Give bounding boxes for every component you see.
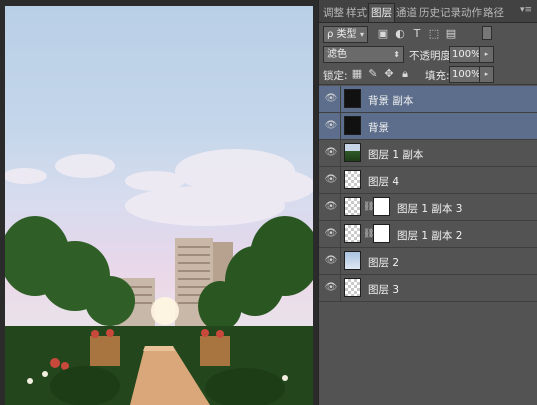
lock-position-icon[interactable]: ✥ — [382, 67, 396, 81]
fill-label: 填充: — [425, 70, 450, 82]
layer-row[interactable]: 👁︎ 图层 3 — [319, 275, 537, 302]
layer-name[interactable]: 背景 — [368, 120, 389, 135]
tab-styles[interactable]: 样式 — [346, 4, 367, 22]
layer-name[interactable]: 图层 1 副本 3 — [397, 201, 462, 216]
layer-thumbnail — [344, 89, 361, 108]
lock-image-pixels-icon[interactable]: ✎ — [366, 67, 380, 81]
document-image[interactable] — [5, 6, 313, 405]
layer-row[interactable]: 👁︎ 图层 4 — [319, 167, 537, 194]
tab-channels[interactable]: 通道 — [396, 4, 417, 22]
layer-mask-thumbnail[interactable] — [373, 224, 390, 243]
layers-panel: 调整 样式 图层 通道 历史记录 动作 路径 ▾≡ ρ 类型 ▾ ▣ ◐ T ⬚… — [318, 0, 537, 405]
chevron-down-icon: ⬍ — [393, 50, 400, 59]
layer-row[interactable]: 👁︎ 图层 2 — [319, 248, 537, 275]
eye-icon[interactable]: 👁︎ — [324, 254, 338, 268]
shape-filter-icon[interactable]: ⬚ — [427, 27, 441, 41]
lock-transparent-pixels-icon[interactable]: ▦ — [350, 67, 364, 81]
eye-icon[interactable]: 👁︎ — [324, 281, 338, 295]
panel-tab-bar: 调整 样式 图层 通道 历史记录 动作 路径 ▾≡ — [319, 0, 537, 23]
fill-value: 100% — [452, 69, 481, 80]
filter-toggle-switch[interactable] — [482, 26, 492, 40]
layer-thumbnail — [344, 224, 361, 243]
layer-row[interactable]: 👁︎ ⛓︎ 图层 1 副本 2 — [319, 221, 537, 248]
chain-link-icon[interactable]: ⛓︎ — [363, 228, 374, 240]
opacity-label: 不透明度: — [409, 50, 455, 62]
layer-row[interactable]: 👁︎ ⛓︎ 图层 1 副本 3 — [319, 194, 537, 221]
layer-thumbnail — [344, 170, 361, 189]
chevron-down-icon: ▾ — [359, 30, 364, 39]
smart-object-filter-icon[interactable]: ▤ — [444, 27, 458, 41]
eye-icon[interactable]: 👁︎ — [324, 119, 338, 133]
layer-name[interactable]: 图层 2 — [368, 255, 399, 270]
tab-history[interactable]: 历史记录 — [419, 4, 461, 22]
layer-row[interactable]: 👁︎ 背景 副本 — [319, 86, 537, 113]
opacity-slider-button[interactable]: ▸ — [479, 46, 494, 63]
layer-name[interactable]: 图层 4 — [368, 174, 399, 189]
layer-row[interactable]: 👁︎ 背景 — [319, 113, 537, 140]
layer-thumbnail — [344, 278, 361, 297]
layers-list: 👁︎ 背景 副本 👁︎ 背景 👁︎ 图层 1 副本 👁︎ 图层 4 👁︎ ⛓︎ … — [319, 86, 537, 405]
tab-layers[interactable]: 图层 — [368, 3, 395, 22]
eye-icon[interactable]: 👁︎ — [324, 173, 338, 187]
layer-thumbnail — [344, 143, 361, 162]
eye-icon[interactable]: 👁︎ — [324, 227, 338, 241]
type-filter-icon[interactable]: T — [410, 27, 424, 41]
blend-mode-select[interactable]: 滤色 ⬍ — [323, 46, 404, 63]
layer-name[interactable]: 图层 1 副本 — [368, 147, 423, 162]
lock-row: 锁定: ▦ ✎ ✥ 🔒︎ 填充: 100% ▸ — [319, 64, 537, 85]
fill-slider-button[interactable]: ▸ — [479, 66, 494, 83]
layer-thumbnail — [344, 116, 361, 135]
filter-kind-label: ρ 类型 — [327, 29, 357, 40]
layer-row[interactable]: 👁︎ 图层 1 副本 — [319, 140, 537, 167]
fill-input[interactable]: 100% — [449, 66, 481, 83]
eye-icon[interactable]: 👁︎ — [324, 92, 338, 106]
pixel-filter-icon[interactable]: ▣ — [376, 27, 390, 41]
adjustment-filter-icon[interactable]: ◐ — [393, 27, 407, 41]
layer-thumbnail — [344, 251, 361, 270]
eye-icon[interactable]: 👁︎ — [324, 200, 338, 214]
blend-row: 滤色 ⬍ 不透明度: 100% ▸ — [319, 44, 537, 64]
tab-actions[interactable]: 动作 — [461, 4, 482, 22]
layer-thumbnail — [344, 197, 361, 216]
filter-kind-select[interactable]: ρ 类型 ▾ — [323, 26, 368, 43]
tab-adjustments[interactable]: 调整 — [323, 4, 344, 22]
garden-scene-image — [5, 149, 313, 405]
layer-name[interactable]: 背景 副本 — [368, 93, 413, 108]
blend-mode-value: 滤色 — [327, 49, 347, 60]
layer-name[interactable]: 图层 3 — [368, 282, 399, 297]
opacity-input[interactable]: 100% — [449, 46, 481, 63]
tab-paths[interactable]: 路径 — [483, 4, 504, 22]
chain-link-icon[interactable]: ⛓︎ — [363, 201, 374, 213]
opacity-value: 100% — [452, 49, 481, 60]
layer-name[interactable]: 图层 1 副本 2 — [397, 228, 462, 243]
lock-all-icon[interactable]: 🔒︎ — [398, 67, 412, 81]
eye-icon[interactable]: 👁︎ — [324, 146, 338, 160]
layer-mask-thumbnail[interactable] — [373, 197, 390, 216]
filter-row: ρ 类型 ▾ ▣ ◐ T ⬚ ▤ — [319, 24, 537, 44]
lock-label: 锁定: — [323, 70, 348, 82]
panel-menu-icon[interactable]: ▾≡ — [520, 5, 532, 15]
